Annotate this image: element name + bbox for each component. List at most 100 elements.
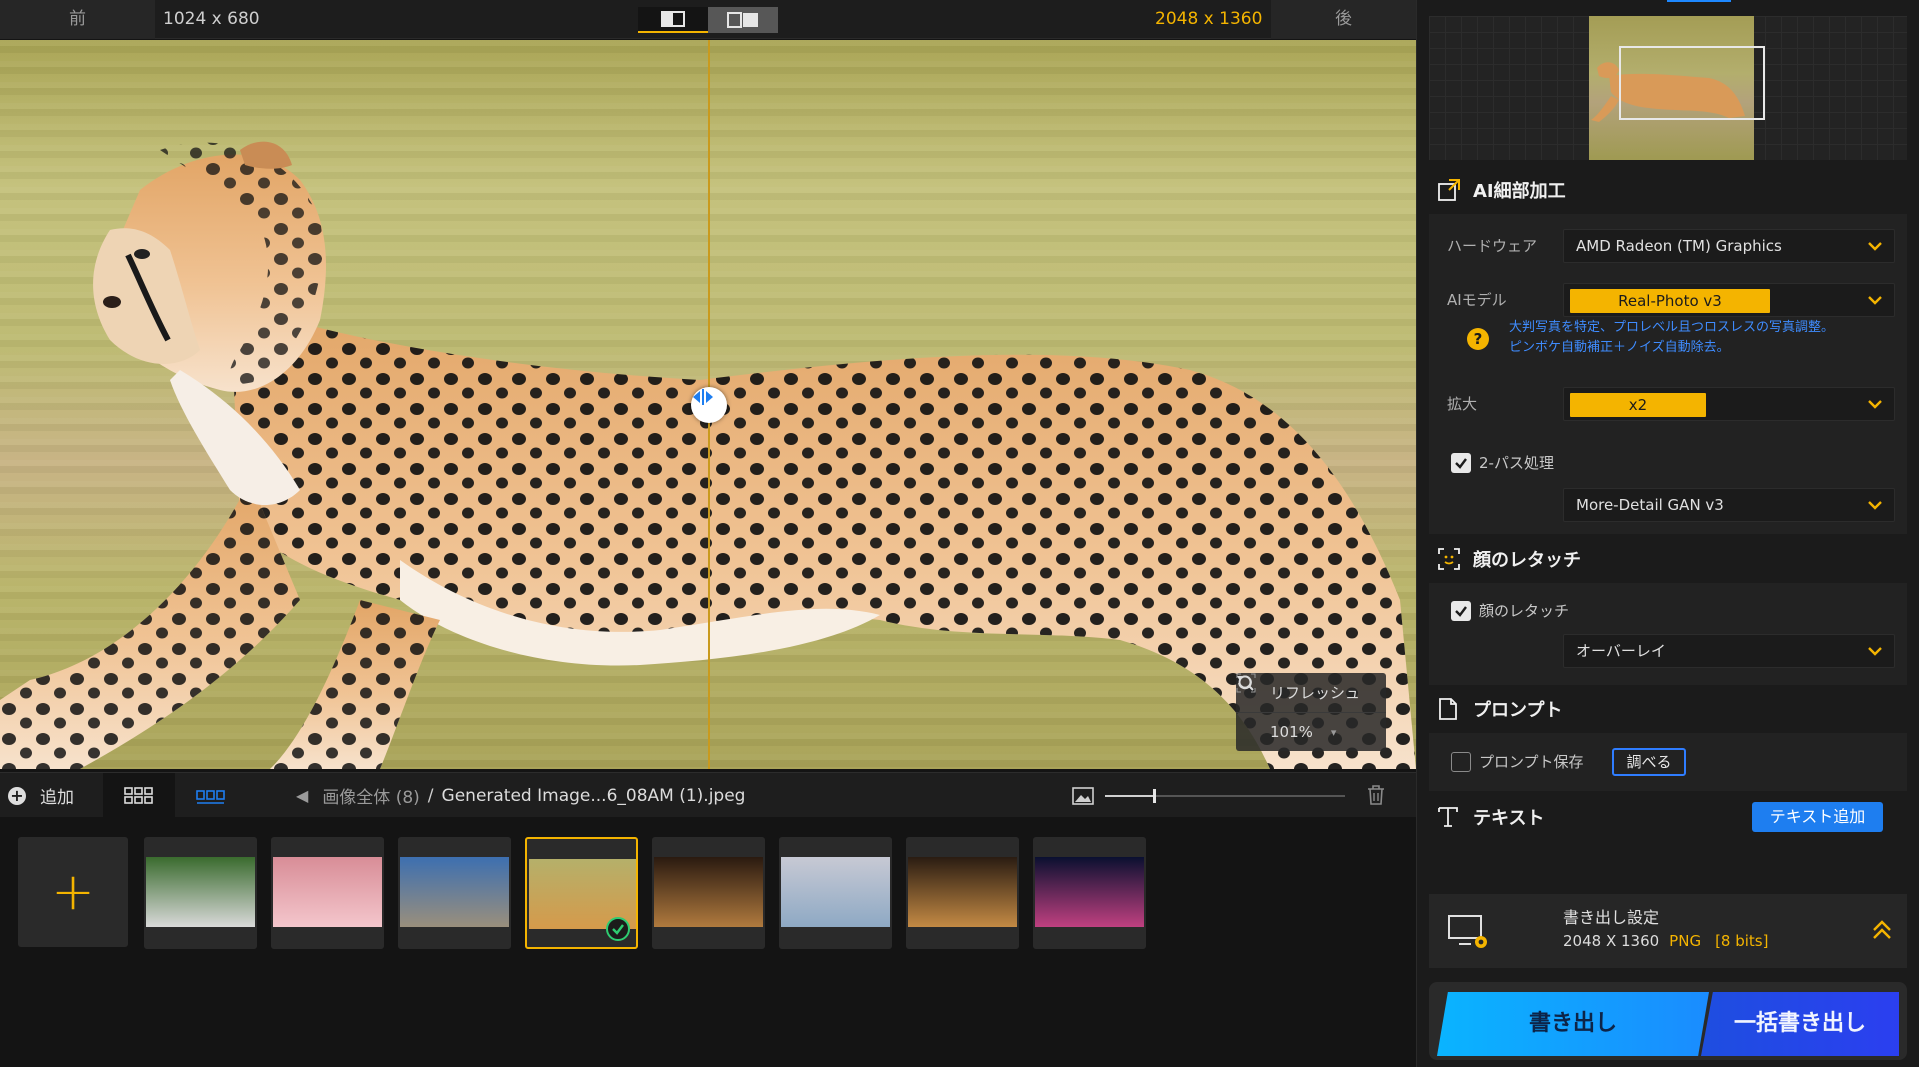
thumbnail-city-night[interactable] <box>1033 837 1146 949</box>
thumbnail-soccer[interactable] <box>144 837 257 949</box>
export-bits: [8 bits] <box>1715 932 1769 950</box>
filmstrip-view-tab[interactable] <box>175 773 247 818</box>
filmstrip-icon <box>196 789 225 804</box>
text-section-header: テキスト <box>1437 797 1544 837</box>
hardware-value: AMD Radeon (TM) Graphics <box>1576 237 1782 255</box>
chevron-down-icon <box>1868 647 1882 656</box>
prompt-lookup-button[interactable]: 調べる <box>1612 748 1686 776</box>
chevron-down-icon <box>1868 501 1882 510</box>
face-mode-value: オーバーレイ <box>1576 642 1666 660</box>
chevron-down-icon: ▾ <box>1330 725 1337 739</box>
ai-section-title: AI細部加工 <box>1473 181 1566 202</box>
app-window: 前 1024 x 680 2048 x 1360 後 リフレッシュ 101% ▾… <box>0 0 1919 1067</box>
chevron-down-icon <box>1868 242 1882 251</box>
thumbnail-beach[interactable] <box>779 837 892 949</box>
ai-model-select[interactable]: Real-Photo v3 <box>1563 283 1895 317</box>
thumbnail-rose[interactable] <box>271 837 384 949</box>
export-settings-icon <box>1448 915 1487 948</box>
side-by-side-view-button[interactable] <box>708 7 778 33</box>
plus-icon: + <box>8 786 26 805</box>
prompt-save-checkbox[interactable] <box>1451 752 1471 772</box>
document-icon <box>1439 698 1457 720</box>
breadcrumb-separator: / <box>427 785 434 806</box>
breadcrumb-current-file: Generated Image...6_08AM (1).jpeg <box>441 785 746 806</box>
add-text-button[interactable]: テキスト追加 <box>1752 802 1883 832</box>
thumbnail-cheetah[interactable] <box>525 837 638 949</box>
gallery-toolbar: + 追加 ◀ 画像全体 (8) / Generated Image...6_08… <box>0 772 1416 818</box>
batch-export-button[interactable]: 一括書き出し <box>1701 992 1899 1056</box>
two-pass-model-select[interactable]: More-Detail GAN v3 <box>1563 488 1895 522</box>
face-mode-select[interactable]: オーバーレイ <box>1563 634 1895 668</box>
scale-select[interactable]: x2 <box>1563 387 1895 421</box>
thumbnail-image <box>400 857 509 927</box>
after-label: 後 <box>1271 0 1416 39</box>
thumbnail-image <box>1035 857 1144 927</box>
split-view-button[interactable] <box>638 7 708 33</box>
thumbnail-dining-room[interactable] <box>906 837 1019 949</box>
zoom-select[interactable]: 101% ▾ <box>1236 673 1386 751</box>
text-section-title: テキスト <box>1473 808 1545 829</box>
add-label: 追加 <box>40 788 74 808</box>
check-icon <box>1455 458 1467 469</box>
slider-fill <box>1105 795 1153 797</box>
thumbnail-size-slider[interactable] <box>1105 789 1345 803</box>
chevron-down-icon <box>1868 400 1882 409</box>
export-format: PNG <box>1669 932 1702 950</box>
add-image-button[interactable]: + 追加 <box>8 773 74 818</box>
export-settings[interactable]: 書き出し設定 2048 X 1360 PNG [8 bits] <box>1429 894 1907 968</box>
two-pass-model-value: More-Detail GAN v3 <box>1576 496 1724 514</box>
navigator-preview[interactable] <box>1429 16 1907 160</box>
face-section-header: 顔のレタッチ <box>1437 539 1581 579</box>
compare-topbar: 前 1024 x 680 2048 x 1360 後 <box>0 0 1416 39</box>
breadcrumb: ◀ 画像全体 (8) / Generated Image...6_08AM (1… <box>296 773 745 818</box>
view-mode-toggle <box>638 7 778 33</box>
comparison-canvas[interactable]: リフレッシュ 101% ▾ <box>0 40 1416 769</box>
thumbnail-strip: + <box>0 817 1416 1067</box>
ai-model-label: AIモデル <box>1447 291 1507 309</box>
selected-check-icon <box>606 917 630 941</box>
face-retouch-checkbox[interactable] <box>1451 601 1471 621</box>
refresh-button[interactable]: リフレッシュ <box>1236 673 1386 712</box>
thumbnail-restaurant[interactable] <box>652 837 765 949</box>
help-icon[interactable]: ? <box>1467 328 1489 350</box>
navigator-viewport-frame[interactable] <box>1619 46 1765 120</box>
ai-model-description: 大判写真を特定、プロレベル且つロスレスの写真調整。 ピンボケ自動補正＋ノイズ自動… <box>1509 318 1899 358</box>
export-button[interactable]: 書き出し <box>1437 992 1709 1056</box>
hardware-select[interactable]: AMD Radeon (TM) Graphics <box>1563 229 1895 263</box>
two-pass-checkbox[interactable] <box>1451 453 1471 473</box>
compare-divider-handle[interactable] <box>691 387 727 423</box>
back-arrow-icon[interactable]: ◀ <box>296 786 308 805</box>
drag-arrows-icon <box>693 389 713 405</box>
zoom-icon <box>1236 673 1256 693</box>
export-settings-summary: 2048 X 1360 PNG [8 bits] <box>1563 932 1768 950</box>
hardware-label: ハードウェア <box>1447 237 1538 255</box>
chevron-down-icon <box>1868 296 1882 305</box>
ai-model-description-line1: 大判写真を特定、プロレベル且つロスレスの写真調整。 <box>1509 320 1835 335</box>
check-icon <box>1455 606 1467 617</box>
face-retouch-icon <box>1438 548 1460 570</box>
add-image-tile[interactable]: + <box>18 837 128 947</box>
export-settings-title: 書き出し設定 <box>1563 908 1660 927</box>
thumbnail-mountains[interactable] <box>398 837 511 949</box>
settings-panel: AI細部加工 ハードウェア AMD Radeon (TM) Graphics A… <box>1416 0 1919 1067</box>
breadcrumb-all-images[interactable]: 画像全体 (8) <box>322 783 419 808</box>
refresh-label: リフレッシュ <box>1270 684 1361 702</box>
view-controls-overlay: リフレッシュ 101% ▾ <box>1236 673 1386 751</box>
ai-model-description-line2: ピンボケ自動補正＋ノイズ自動除去。 <box>1509 340 1730 355</box>
enhance-icon <box>1438 179 1460 201</box>
grid-icon <box>124 786 153 804</box>
before-resolution: 1024 x 680 <box>163 9 260 29</box>
scale-label: 拡大 <box>1447 395 1478 413</box>
slider-knob[interactable] <box>1153 789 1156 803</box>
chevron-up-double-icon[interactable] <box>1871 918 1893 942</box>
thumbnail-image <box>781 857 890 927</box>
grid-view-tab[interactable] <box>103 773 175 818</box>
after-resolution: 2048 x 1360 <box>1155 9 1263 29</box>
prompt-section-title: プロンプト <box>1473 700 1563 721</box>
export-size: 2048 X 1360 <box>1563 932 1660 950</box>
thumbnail-image <box>654 857 763 927</box>
editor-area: 前 1024 x 680 2048 x 1360 後 リフレッシュ 101% ▾… <box>0 0 1416 1067</box>
face-section-title: 顔のレタッチ <box>1473 550 1581 571</box>
panel-active-indicator <box>1667 0 1731 2</box>
trash-icon[interactable] <box>1366 784 1386 806</box>
